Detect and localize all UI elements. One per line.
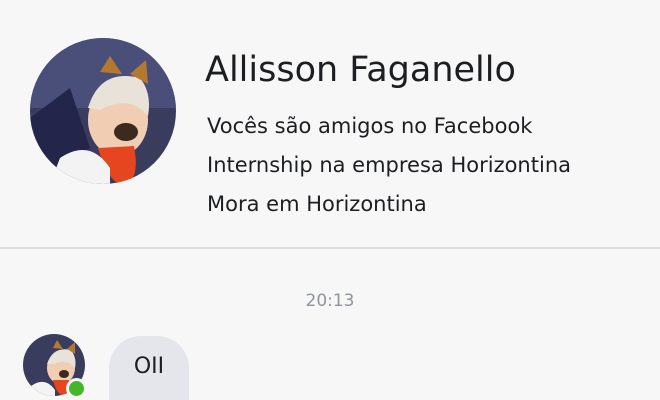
profile-avatar[interactable] <box>30 38 176 184</box>
location-info: Mora em Horizontina <box>207 192 427 216</box>
message-timestamp: 20:13 <box>305 291 355 311</box>
message-text: OII <box>133 354 165 379</box>
message-thread <box>0 249 660 400</box>
profile-name[interactable]: Allisson Faganello <box>205 46 516 94</box>
avatar-photo-icon <box>30 38 176 184</box>
friendship-status: Vocês são amigos no Facebook <box>207 114 533 138</box>
online-status-icon <box>66 378 87 399</box>
message-bubble[interactable]: OII <box>109 336 189 400</box>
work-info: Internship na empresa Horizontina <box>207 153 571 177</box>
